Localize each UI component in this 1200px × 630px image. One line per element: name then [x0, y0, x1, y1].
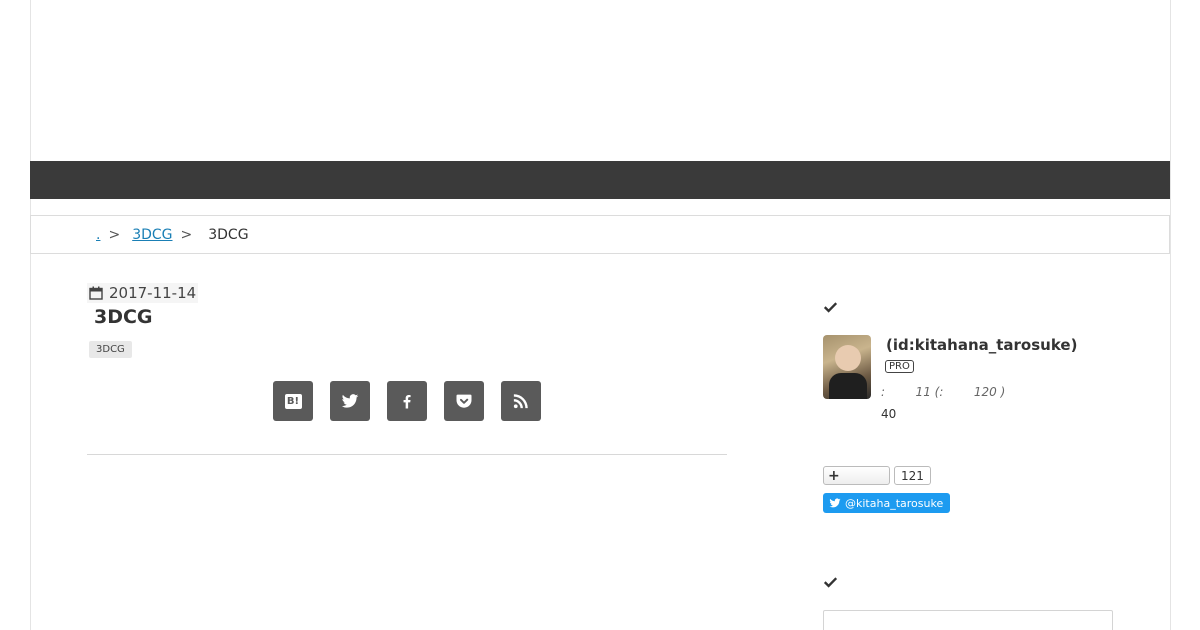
- entry-category-tag[interactable]: 3DCG: [89, 341, 132, 358]
- sidebar-search-heading: [823, 575, 838, 593]
- breadcrumb-category-link[interactable]: 3DCG: [132, 227, 172, 243]
- entry-date[interactable]: 2017-11-14: [87, 283, 199, 303]
- follower-count: 121: [894, 466, 931, 485]
- check-icon: [823, 302, 838, 313]
- plus-icon: +: [828, 467, 840, 484]
- pocket-share-button[interactable]: [444, 381, 484, 421]
- twitter-follow-button[interactable]: @kitaha_tarosuke: [823, 493, 951, 513]
- rss-icon: [513, 394, 528, 409]
- avatar-body: [829, 373, 867, 399]
- sidebar-profile-heading: [823, 300, 838, 318]
- follow-row: + 121: [823, 466, 931, 485]
- global-nav-bar: [30, 161, 1170, 199]
- share-buttons: B!: [273, 381, 541, 421]
- facebook-icon: [403, 395, 411, 409]
- blog-header: [30, 0, 1171, 161]
- pocket-icon: [456, 394, 472, 408]
- calendar-icon: [89, 286, 103, 300]
- twitter-icon: [829, 498, 841, 508]
- breadcrumb: . > 3DCG > 3DCG: [30, 215, 1170, 254]
- twitter-icon: [341, 394, 359, 408]
- follow-button[interactable]: +: [823, 466, 890, 485]
- profile-count: 40: [881, 407, 897, 421]
- twitter-handle: @kitaha_tarosuke: [845, 496, 944, 510]
- sidebar-search-box[interactable]: [823, 610, 1113, 630]
- breadcrumb-separator: >: [180, 226, 193, 243]
- profile-stats: : 11 (: 120 ): [881, 385, 1006, 399]
- entry-date-text: 2017-11-14: [109, 284, 197, 302]
- hatena-bookmark-button[interactable]: B!: [273, 381, 313, 421]
- entry-divider: [87, 454, 727, 455]
- pro-badge: PRO: [885, 360, 914, 373]
- facebook-share-button[interactable]: [387, 381, 427, 421]
- entry-title[interactable]: 3DCG: [94, 306, 153, 328]
- breadcrumb-separator: >: [108, 226, 121, 243]
- twitter-share-button[interactable]: [330, 381, 370, 421]
- profile-id-link[interactable]: (id:kitahana_tarosuke): [886, 336, 1077, 354]
- avatar[interactable]: [823, 335, 871, 399]
- hatena-bookmark-icon: B!: [284, 393, 302, 409]
- breadcrumb-current: 3DCG: [208, 226, 249, 243]
- check-icon: [823, 577, 838, 588]
- avatar-face: [835, 345, 861, 371]
- breadcrumb-home-link[interactable]: .: [96, 227, 100, 243]
- rss-subscribe-button[interactable]: [501, 381, 541, 421]
